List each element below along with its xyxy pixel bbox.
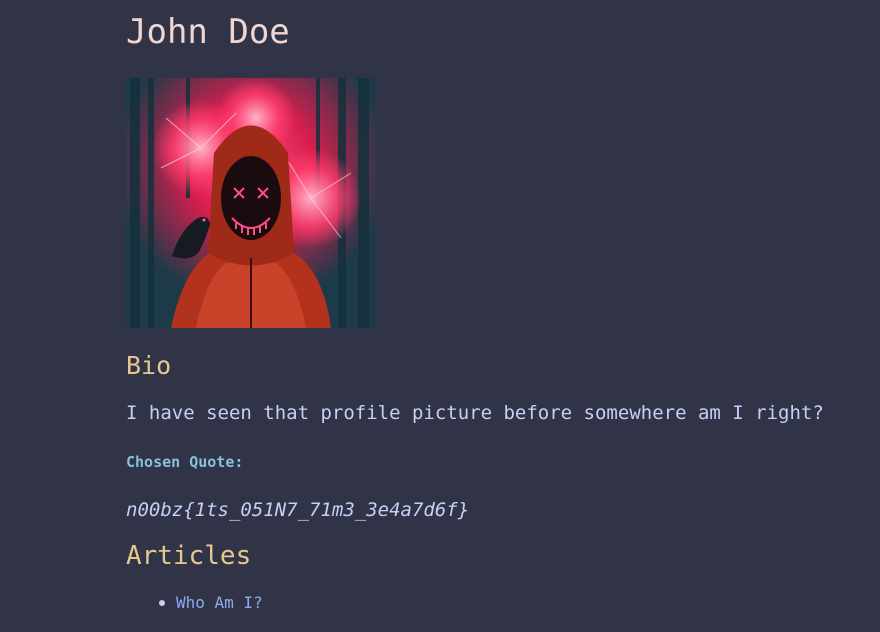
profile-avatar (126, 78, 376, 328)
bio-text: I have seen that profile picture before … (126, 402, 824, 424)
profile-name: John Doe (126, 12, 290, 52)
quote-text: n00bz{1ts_051N7_71m3_3e4a7d6f} (126, 499, 470, 521)
quote-label: Chosen Quote: (126, 453, 244, 471)
list-item: Who Am I? (159, 592, 263, 614)
bullet-icon (159, 600, 165, 606)
articles-heading: Articles (126, 541, 252, 571)
article-link-who-am-i[interactable]: Who Am I? (176, 593, 263, 612)
bio-heading: Bio (126, 351, 172, 380)
articles-list: Who Am I? (126, 592, 263, 614)
